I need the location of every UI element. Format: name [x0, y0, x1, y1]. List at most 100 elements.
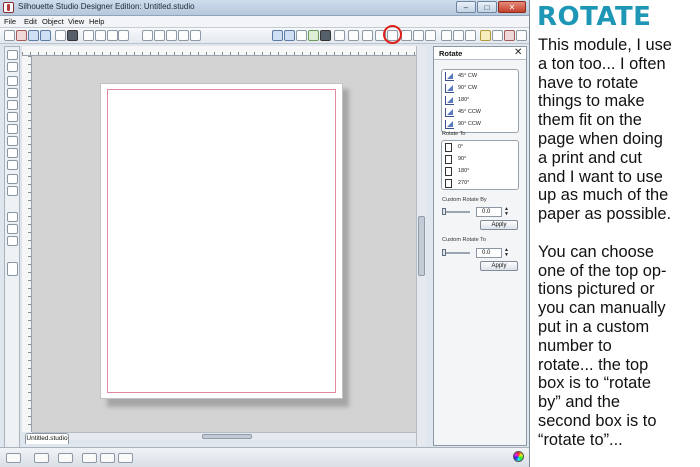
cut-settings-icon[interactable]	[348, 30, 359, 41]
custom-rotate-by-slider-track[interactable]	[442, 211, 470, 213]
curve-tool-icon[interactable]	[7, 100, 18, 110]
layer-order-icon[interactable]	[118, 453, 133, 463]
copy-icon[interactable]	[95, 30, 106, 41]
rotate-90-ccw-option[interactable]: 90° CCW	[445, 119, 517, 131]
ungroup-icon[interactable]	[34, 453, 49, 463]
rotate-to-180-label: 180°	[458, 168, 470, 174]
registration-marks-icon[interactable]	[296, 30, 307, 41]
rotate-90-cw-option[interactable]: 90° CW	[445, 83, 517, 95]
modify-icon[interactable]	[441, 30, 452, 41]
menu-object[interactable]: Object	[42, 17, 64, 26]
print-preview-icon[interactable]	[7, 262, 18, 276]
ellipse-tool-icon[interactable]	[7, 124, 18, 134]
fill-color-icon[interactable]	[308, 30, 319, 41]
save-icon[interactable]	[40, 30, 51, 41]
fit-to-page-icon[interactable]	[190, 30, 201, 41]
grid-settings-icon[interactable]	[284, 30, 295, 41]
smooth-freehand-tool-icon[interactable]	[7, 148, 18, 158]
rotate-45-ccw-icon	[445, 108, 454, 117]
custom-rotate-to-slider-knob[interactable]	[442, 249, 446, 256]
send-to-silhouette-icon[interactable]	[67, 30, 78, 41]
color-wheel-icon[interactable]	[513, 451, 524, 462]
title-bar: Silhouette Studio Designer Edition: Unti…	[0, 0, 529, 16]
show-library-icon[interactable]	[7, 212, 18, 222]
custom-rotate-to-input[interactable]: 0.0	[476, 248, 502, 258]
line-tool-icon[interactable]	[7, 76, 18, 86]
design-canvas[interactable]	[32, 56, 416, 432]
menu-edit[interactable]: Edit	[24, 17, 37, 26]
rotate-to-270-option[interactable]: 270°	[445, 178, 517, 190]
cut-icon[interactable]	[83, 30, 94, 41]
trace-icon[interactable]	[465, 30, 476, 41]
zoom-out-icon[interactable]	[154, 30, 165, 41]
edit-points-tool-icon[interactable]	[7, 62, 18, 72]
horizontal-scrollbar[interactable]	[32, 432, 416, 440]
horizontal-scroll-thumb[interactable]	[202, 434, 252, 439]
rotate-45-ccw-option[interactable]: 45° CCW	[445, 107, 517, 119]
replicate-icon[interactable]	[425, 30, 436, 41]
minimize-button[interactable]: –	[456, 1, 476, 13]
new-document-icon[interactable]	[4, 30, 15, 41]
rotate-45-cw-option[interactable]: 45° CW	[445, 71, 517, 83]
eraser-icon[interactable]	[492, 30, 503, 41]
screenshot-root: Silhouette Studio Designer Edition: Unti…	[0, 0, 700, 467]
menu-view[interactable]: View	[68, 17, 84, 26]
custom-rotate-to-apply-button[interactable]: Apply	[480, 261, 518, 271]
menu-file[interactable]: File	[4, 17, 16, 26]
custom-rotate-by-input[interactable]: 0.0	[476, 207, 502, 217]
vertical-scroll-thumb[interactable]	[418, 216, 425, 276]
rotate-180-label: 180°	[458, 97, 470, 103]
extra-options-icon[interactable]	[516, 30, 527, 41]
offset-icon[interactable]	[453, 30, 464, 41]
close-window-button[interactable]: ✕	[498, 1, 526, 13]
select-tool-icon[interactable]	[7, 50, 18, 60]
document-tab[interactable]: Untitled.studio	[25, 433, 69, 444]
rotate-180-option[interactable]: 180°	[445, 95, 517, 107]
eraser-tool-icon[interactable]	[7, 174, 18, 184]
line-color-icon[interactable]	[320, 30, 331, 41]
rectangle-tool-icon[interactable]	[7, 112, 18, 122]
knife-tool-icon[interactable]	[7, 186, 18, 196]
freehand-tool-icon[interactable]	[7, 136, 18, 146]
weld-icon[interactable]	[100, 453, 115, 463]
menu-help[interactable]: Help	[89, 17, 104, 26]
line-style-icon[interactable]	[334, 30, 345, 41]
rotate-panel-close-button[interactable]: ✕	[514, 47, 522, 58]
undo-icon[interactable]	[118, 30, 129, 41]
cutting-mat-page[interactable]	[100, 83, 343, 399]
page-settings-icon[interactable]	[272, 30, 283, 41]
rotate-to-90-option[interactable]: 90°	[445, 154, 517, 166]
cut-border-line	[107, 89, 336, 393]
zoom-in-icon[interactable]	[142, 30, 153, 41]
custom-rotate-by-slider-knob[interactable]	[442, 208, 446, 215]
compound-path-icon[interactable]	[58, 453, 73, 463]
paste-icon[interactable]	[107, 30, 118, 41]
maximize-button[interactable]: □	[477, 1, 497, 13]
transform-icon[interactable]	[413, 30, 424, 41]
knife-icon[interactable]	[401, 30, 412, 41]
open-file-icon[interactable]	[28, 30, 39, 41]
release-compound-icon[interactable]	[82, 453, 97, 463]
online-store-icon[interactable]	[7, 236, 18, 246]
custom-rotate-by-spinner[interactable]: ▲ ▼	[503, 207, 510, 217]
text-tool-icon[interactable]	[7, 160, 18, 170]
text-style-icon[interactable]	[362, 30, 373, 41]
custom-rotate-to-slider-track[interactable]	[442, 252, 470, 254]
polygon-tool-icon[interactable]	[7, 88, 18, 98]
rotate-to-180-option[interactable]: 180°	[445, 166, 517, 178]
store-icon[interactable]	[504, 30, 515, 41]
rotate-button-highlight-circle	[383, 25, 402, 44]
design-store-icon[interactable]	[7, 224, 18, 234]
custom-rotate-by-apply-button[interactable]: Apply	[480, 220, 518, 230]
zoom-fit-icon[interactable]	[166, 30, 177, 41]
rotate-to-0-option[interactable]: 0°	[445, 142, 517, 154]
vertical-ruler	[22, 56, 32, 432]
sketch-icon[interactable]	[480, 30, 491, 41]
print-icon[interactable]	[55, 30, 66, 41]
rotate-45-cw-icon	[445, 72, 454, 81]
group-icon[interactable]	[6, 453, 21, 463]
vertical-scrollbar[interactable]	[416, 46, 426, 446]
pan-hand-icon[interactable]	[178, 30, 189, 41]
library-icon[interactable]	[16, 30, 27, 41]
custom-rotate-to-spinner[interactable]: ▲ ▼	[503, 248, 510, 258]
